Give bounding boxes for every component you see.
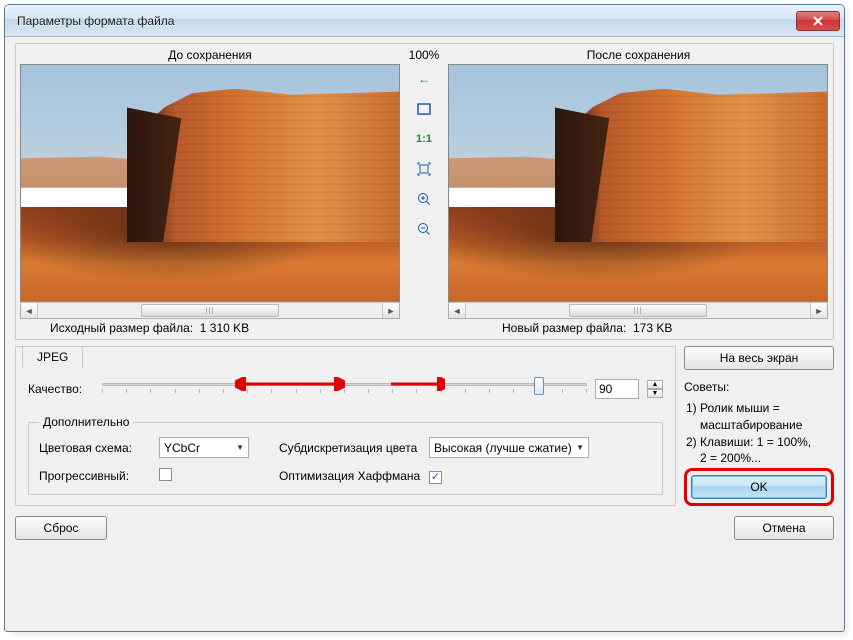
quality-label: Качество: bbox=[28, 382, 94, 396]
dialog-content: До сохранения 100% После сохранения ◄ ► bbox=[5, 37, 844, 631]
original-size-label: Исходный размер файла: bbox=[50, 321, 193, 335]
chevron-down-icon: ▼ bbox=[236, 443, 244, 452]
settings-panel: JPEG Качество: ▲ ▼ bbox=[15, 346, 676, 506]
ok-highlight: OK bbox=[684, 468, 834, 506]
quality-spin-down[interactable]: ▼ bbox=[647, 389, 663, 398]
fullscreen-icon[interactable] bbox=[415, 160, 433, 178]
label-after: После сохранения bbox=[448, 48, 829, 62]
before-hscrollbar[interactable]: ◄ ► bbox=[20, 302, 400, 319]
colorspace-dropdown[interactable]: YCbCr ▼ bbox=[159, 437, 249, 458]
scroll-left-icon[interactable]: ◄ bbox=[21, 303, 38, 318]
huffman-checkbox[interactable] bbox=[429, 471, 442, 484]
actual-size-icon[interactable]: 1:1 bbox=[415, 130, 433, 148]
scroll-right-icon[interactable]: ► bbox=[382, 303, 399, 318]
scroll-left-icon[interactable]: ◄ bbox=[449, 303, 466, 318]
quality-input[interactable] bbox=[595, 379, 639, 399]
colorspace-label: Цветовая схема: bbox=[39, 441, 159, 455]
close-icon bbox=[813, 16, 823, 26]
subsampling-label: Субдискретизация цвета bbox=[279, 441, 429, 455]
huffman-label: Оптимизация Хаффмана bbox=[279, 469, 429, 483]
after-hscrollbar[interactable]: ◄ ► bbox=[448, 302, 828, 319]
after-image[interactable] bbox=[448, 64, 828, 302]
colorspace-value: YCbCr bbox=[164, 441, 200, 455]
tab-jpeg[interactable]: JPEG bbox=[22, 346, 83, 368]
before-image[interactable] bbox=[20, 64, 400, 302]
advanced-group: Дополнительно Цветовая схема: YCbCr ▼ Суб… bbox=[28, 415, 663, 495]
slider-thumb[interactable] bbox=[534, 377, 544, 395]
new-size-label: Новый размер файла: bbox=[502, 321, 626, 335]
original-size-value: 1 310 KB bbox=[200, 321, 249, 335]
progressive-checkbox[interactable] bbox=[159, 468, 172, 481]
cancel-button[interactable]: Отмена bbox=[734, 516, 834, 540]
new-size-value: 173 KB bbox=[633, 321, 672, 335]
window-title: Параметры формата файла bbox=[17, 14, 796, 28]
close-button[interactable] bbox=[796, 11, 840, 31]
quality-spin-up[interactable]: ▲ bbox=[647, 380, 663, 389]
side-panel: На весь экран Советы: 1) Ролик мыши = ма… bbox=[684, 346, 834, 506]
back-icon[interactable]: ← bbox=[415, 70, 433, 88]
preview-toolbar: ← 1:1 bbox=[400, 64, 448, 238]
dialog-window: Параметры формата файла До сохранения 10… bbox=[4, 4, 845, 632]
titlebar: Параметры формата файла bbox=[5, 5, 844, 37]
subsampling-dropdown[interactable]: Высокая (лучше сжатие) ▼ bbox=[429, 437, 589, 458]
preview-panel: До сохранения 100% После сохранения ◄ ► bbox=[15, 43, 834, 340]
zoom-percent: 100% bbox=[400, 48, 448, 62]
fit-icon[interactable] bbox=[415, 100, 433, 118]
scroll-thumb[interactable] bbox=[569, 304, 707, 317]
scroll-thumb[interactable] bbox=[141, 304, 279, 317]
chevron-down-icon: ▼ bbox=[576, 443, 584, 452]
advanced-legend: Дополнительно bbox=[39, 415, 133, 429]
ok-button[interactable]: OK bbox=[691, 475, 827, 499]
reset-button[interactable]: Сброс bbox=[15, 516, 107, 540]
zoom-out-icon[interactable] bbox=[415, 220, 433, 238]
quality-slider[interactable] bbox=[102, 375, 587, 403]
fullscreen-button[interactable]: На весь экран bbox=[684, 346, 834, 370]
after-image-box: ◄ ► bbox=[448, 64, 828, 319]
zoom-in-icon[interactable] bbox=[415, 190, 433, 208]
progressive-label: Прогрессивный: bbox=[39, 469, 159, 483]
before-image-box: ◄ ► bbox=[20, 64, 400, 319]
tips-title: Советы: bbox=[684, 380, 834, 394]
subsampling-value: Высокая (лучше сжатие) bbox=[434, 441, 572, 455]
scroll-right-icon[interactable]: ► bbox=[810, 303, 827, 318]
tips-text: 1) Ролик мыши = масштабирование 2) Клави… bbox=[684, 400, 834, 467]
label-before: До сохранения bbox=[20, 48, 400, 62]
